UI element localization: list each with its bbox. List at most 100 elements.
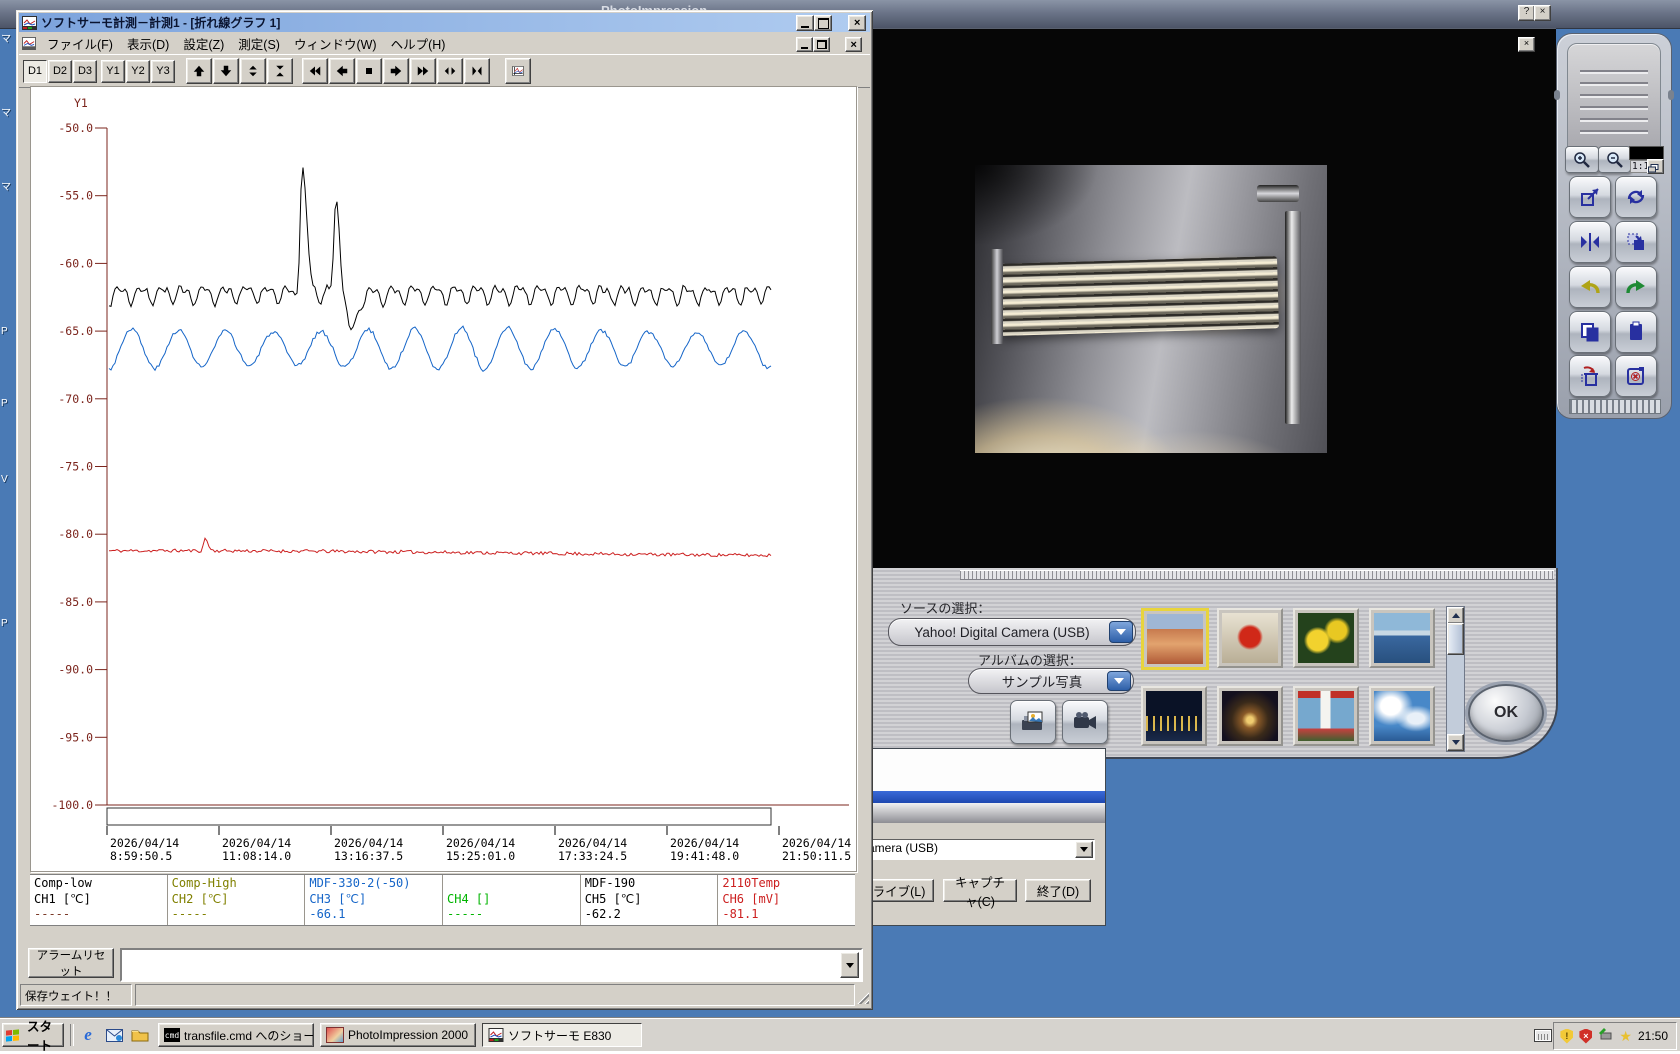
internet-explorer-icon[interactable]: e xyxy=(78,1025,98,1045)
mail-icon[interactable] xyxy=(104,1025,124,1045)
chevron-down-icon[interactable] xyxy=(1075,841,1093,858)
menu-window[interactable]: ウィンドウ(W) xyxy=(287,33,384,54)
folder-icon[interactable] xyxy=(130,1025,150,1045)
shield-warning-icon[interactable]: ! xyxy=(1560,1029,1573,1044)
child-close-icon[interactable]: × xyxy=(845,37,862,52)
toolbar-d2-button[interactable]: D2 xyxy=(48,60,72,83)
clean-delete-button[interactable] xyxy=(1569,355,1611,397)
album-select-dropdown[interactable]: サンプル写真 xyxy=(968,668,1134,694)
star-icon[interactable]: ★ xyxy=(1619,1029,1632,1043)
undo-button[interactable] xyxy=(1569,266,1611,308)
shield-error-icon[interactable]: × xyxy=(1579,1029,1592,1044)
redo-button[interactable] xyxy=(1615,266,1657,308)
scanner-acquire-button[interactable] xyxy=(1010,700,1056,744)
task-transfile[interactable]: cmd transfile.cmd へのショート... xyxy=(158,1023,314,1047)
thumbnail-rock-spires[interactable] xyxy=(1141,608,1209,670)
step-backward-button[interactable] xyxy=(329,58,355,84)
close-icon[interactable]: × xyxy=(848,15,866,31)
delete-region-button[interactable] xyxy=(1615,355,1657,397)
usb-eject-icon[interactable] xyxy=(1598,1027,1613,1045)
toolbar-d1-button[interactable]: D1 xyxy=(23,60,47,83)
expand-vertical-button[interactable] xyxy=(240,58,266,84)
crop-move-button[interactable] xyxy=(1615,221,1657,263)
keyboard-icon[interactable] xyxy=(1534,1029,1552,1042)
channel-cell-ch4: CH4 [] ----- xyxy=(443,875,581,925)
toolbox-handle[interactable] xyxy=(1569,399,1661,414)
minimize-icon[interactable] xyxy=(796,15,814,31)
resize-grip[interactable] xyxy=(856,991,869,1004)
expand-horizontal-button[interactable] xyxy=(437,58,463,84)
thumbnail-lighthouse[interactable] xyxy=(1293,686,1359,746)
compress-vertical-button[interactable] xyxy=(267,58,293,84)
close-icon[interactable]: × xyxy=(1534,5,1551,21)
menu-measure[interactable]: 測定(S) xyxy=(231,33,287,54)
camera-source-dropdown[interactable]: amera (USB) xyxy=(865,839,1095,860)
fast-forward-button[interactable] xyxy=(410,58,436,84)
paste-button[interactable] xyxy=(1615,311,1657,353)
alarm-reset-button[interactable]: アラームリセット xyxy=(28,948,114,978)
toolbar-y2-button[interactable]: Y2 xyxy=(126,60,150,83)
x-tick-time: 21:50:11.5 xyxy=(782,849,851,863)
alarm-message-dropdown[interactable] xyxy=(120,948,863,982)
menu-help[interactable]: ヘルプ(H) xyxy=(384,33,453,54)
scroll-up-icon[interactable] xyxy=(1447,607,1464,624)
compress-horizontal-button[interactable] xyxy=(464,58,490,84)
menu-file[interactable]: ファイル(F) xyxy=(40,33,120,54)
graph-settings-button[interactable] xyxy=(505,58,531,84)
capture-button[interactable]: キャプチャ(C) xyxy=(943,879,1017,902)
thumbnail-red-bird[interactable] xyxy=(1217,608,1283,668)
desktop-icon-label[interactable]: マ xyxy=(1,104,11,119)
desktop-icon-label[interactable]: P xyxy=(1,326,8,337)
thumbnail-ocean-sky[interactable] xyxy=(1369,686,1435,746)
scrollbar-thumb[interactable] xyxy=(1447,623,1464,655)
exit-button[interactable]: 終了(D) xyxy=(1025,879,1091,902)
thumbnail-city-night[interactable] xyxy=(1141,686,1207,746)
fast-backward-button[interactable] xyxy=(302,58,328,84)
camera-acquire-button[interactable] xyxy=(1062,700,1108,744)
thumbnail-harbor-boats[interactable] xyxy=(1369,608,1435,668)
menu-settings[interactable]: 設定(Z) xyxy=(176,33,231,54)
toolbar-y3-button[interactable]: Y3 xyxy=(151,60,175,83)
desktop-icon-label[interactable]: P xyxy=(1,618,8,629)
preview-close-icon[interactable]: × xyxy=(1518,37,1535,52)
task-softthermo[interactable]: ソフトサーモ E830 xyxy=(482,1023,642,1047)
fit-resize-button[interactable] xyxy=(1569,176,1611,218)
desktop-icon-label[interactable]: マ xyxy=(1,178,11,193)
chevron-down-icon[interactable] xyxy=(1109,621,1133,643)
help-button[interactable]: ? xyxy=(1518,5,1535,21)
rotate-button[interactable] xyxy=(1615,176,1657,218)
zoom-out-button[interactable] xyxy=(1598,146,1631,173)
thumbnail-night-fireworks[interactable] xyxy=(1217,686,1283,746)
desktop-icon-label[interactable]: マ xyxy=(1,30,11,45)
flip-horizontal-button[interactable] xyxy=(1569,221,1611,263)
live-button[interactable]: ライブ(L) xyxy=(864,879,934,902)
actual-size-button[interactable] xyxy=(1647,159,1664,174)
menu-view[interactable]: 表示(D) xyxy=(120,33,176,54)
child-restore-icon[interactable] xyxy=(813,37,830,52)
stop-button[interactable] xyxy=(356,58,382,84)
zoom-in-button[interactable] xyxy=(1565,146,1599,173)
scroll-down-button[interactable] xyxy=(213,58,239,84)
chevron-down-icon[interactable] xyxy=(840,952,859,978)
task-photoimpression[interactable]: PhotoImpression 2000 xyxy=(320,1023,476,1047)
x-tick-date: 2026/04/14 xyxy=(446,836,515,850)
chevron-down-icon[interactable] xyxy=(1107,671,1131,691)
channel-value: ----- xyxy=(172,907,305,923)
source-select-dropdown[interactable]: Yahoo! Digital Camera (USB) xyxy=(888,618,1136,646)
thumbnail-yellow-flowers[interactable] xyxy=(1293,608,1359,668)
scroll-down-icon[interactable] xyxy=(1447,734,1464,751)
copy-button[interactable] xyxy=(1569,311,1611,353)
toolbar-y1-button[interactable]: Y1 xyxy=(101,60,125,83)
thumbnail-scrollbar[interactable] xyxy=(1446,606,1465,752)
toolbar: D1 D2 D3 Y1 Y2 Y3 xyxy=(19,54,870,88)
desktop-icon-label[interactable]: V xyxy=(1,474,8,485)
start-button[interactable]: スタート xyxy=(2,1023,64,1047)
window-titlebar[interactable]: ソフトサーモ計測－計測1 - [折れ線グラフ 1] × xyxy=(19,13,870,32)
child-minimize-icon[interactable] xyxy=(796,37,813,52)
desktop-icon-label[interactable]: P xyxy=(1,398,8,409)
maximize-icon[interactable] xyxy=(814,15,832,31)
ok-button[interactable]: OK xyxy=(1468,684,1544,742)
scroll-up-button[interactable] xyxy=(186,58,212,84)
step-forward-button[interactable] xyxy=(383,58,409,84)
toolbar-d3-button[interactable]: D3 xyxy=(73,60,97,83)
